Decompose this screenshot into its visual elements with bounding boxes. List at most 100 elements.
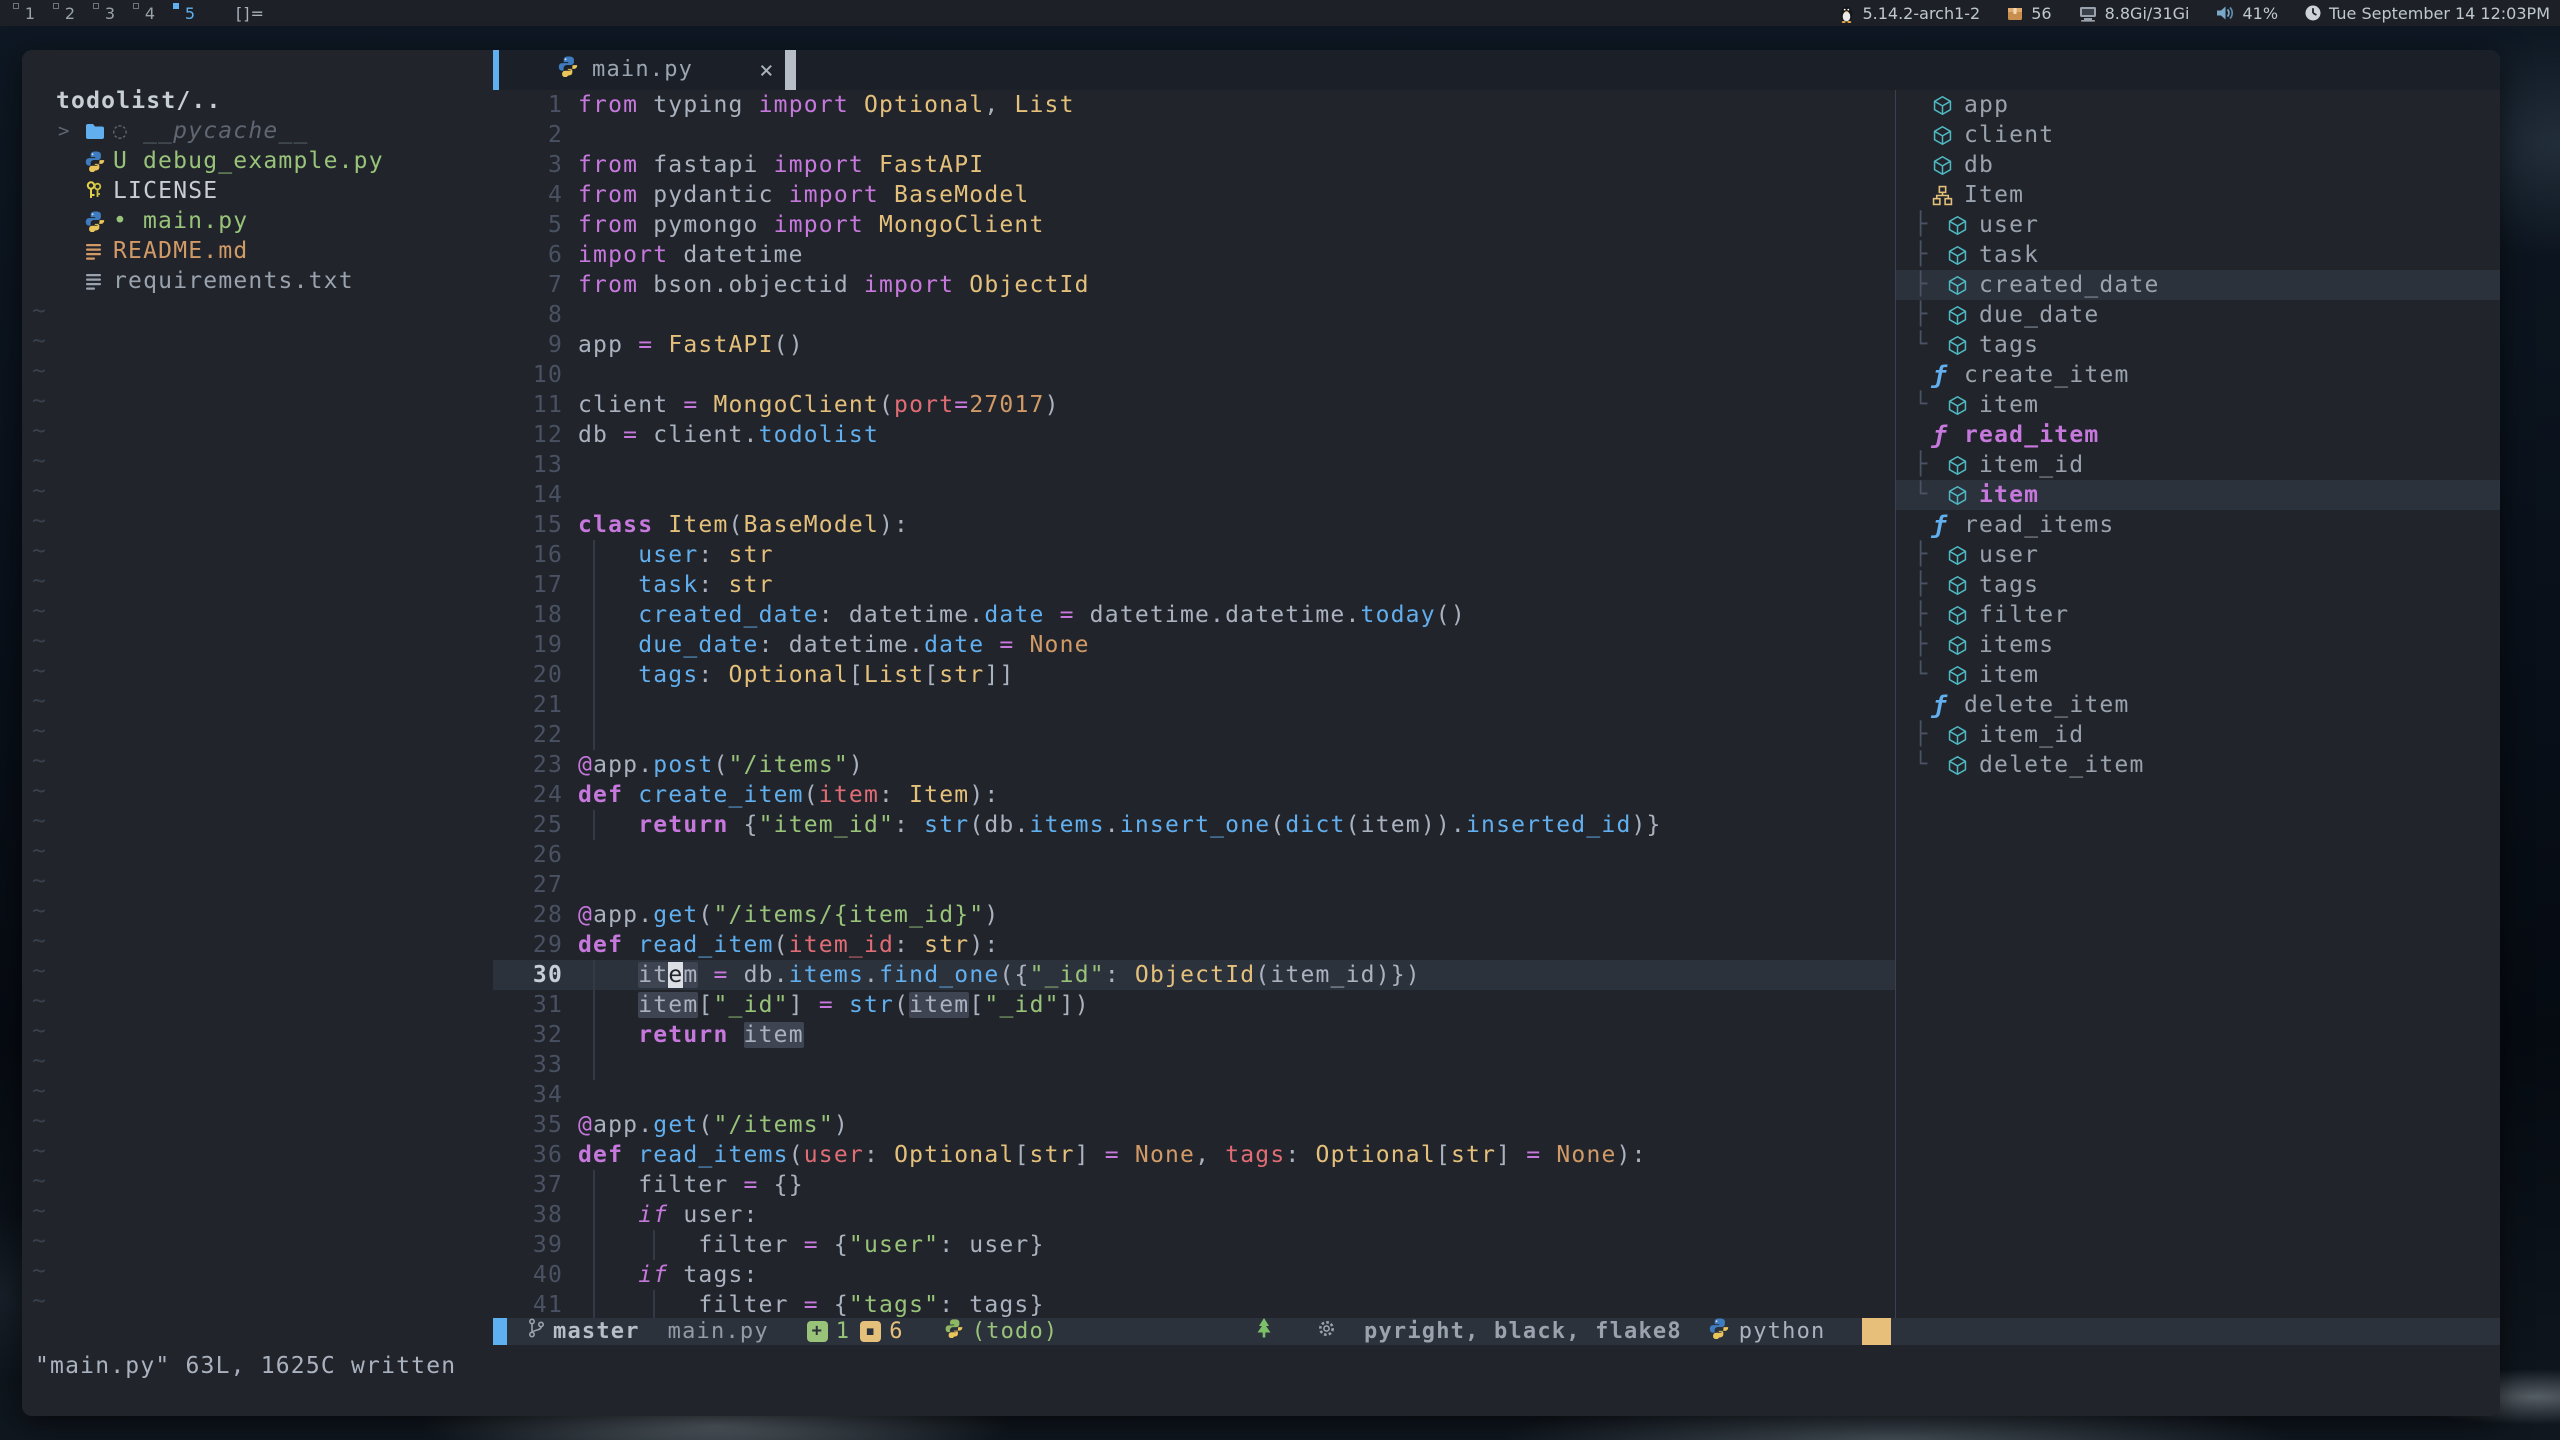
code-line[interactable]: 11client = MongoClient(port=27017) — [493, 390, 1895, 420]
code-line[interactable]: 37 filter = {} — [493, 1170, 1895, 1200]
code-line[interactable]: 28@app.get("/items/{item_id}") — [493, 900, 1895, 930]
code-line[interactable]: 32 return item — [493, 1020, 1895, 1050]
line-number: 13 — [493, 450, 563, 480]
symbol-client[interactable]: client — [1896, 120, 2500, 150]
tree-item-readme-md[interactable]: README.md — [22, 236, 493, 266]
code-line[interactable]: 38 if user: — [493, 1200, 1895, 1230]
code-line[interactable]: 18 created_date: datetime.date = datetim… — [493, 600, 1895, 630]
tab-close-icon[interactable]: × — [759, 55, 775, 85]
tree-item--pycache-[interactable]: >◌__pycache__ — [22, 116, 493, 146]
symbol-item_id[interactable]: ├item_id — [1896, 720, 2500, 750]
symbol-item_id[interactable]: ├item_id — [1896, 450, 2500, 480]
code-line[interactable]: 3from fastapi import FastAPI — [493, 150, 1895, 180]
symbol-user[interactable]: ├user — [1896, 210, 2500, 240]
workspace-3[interactable]: 3 — [90, 0, 130, 26]
symbol-item[interactable]: └item — [1896, 660, 2500, 690]
code-line[interactable]: 4from pydantic import BaseModel — [493, 180, 1895, 210]
code-line[interactable]: 8 — [493, 300, 1895, 330]
workspace-2[interactable]: 2 — [50, 0, 90, 26]
code-line[interactable]: 20 tags: Optional[List[str]] — [493, 660, 1895, 690]
code-line[interactable]: 25 return {"item_id": str(db.items.inser… — [493, 810, 1895, 840]
code-text: return {"item_id": str(db.items.insert_o… — [578, 810, 1662, 840]
tree-item-license[interactable]: LICENSE — [22, 176, 493, 206]
symbol-created_date[interactable]: ├created_date — [1896, 270, 2500, 300]
workspace-4[interactable]: 4 — [130, 0, 170, 26]
symbol-items[interactable]: ├items — [1896, 630, 2500, 660]
code-line[interactable]: 9app = FastAPI() — [493, 330, 1895, 360]
symbol-delete_item[interactable]: ƒdelete_item — [1896, 690, 2500, 720]
command-line-area[interactable]: "main.py" 63L, 1625C written — [22, 1345, 2500, 1416]
workspace-1[interactable]: 1 — [10, 0, 50, 26]
indent-guide — [593, 1200, 595, 1230]
code-line[interactable]: 1from typing import Optional, List — [493, 90, 1895, 120]
code-line[interactable]: 5from pymongo import MongoClient — [493, 210, 1895, 240]
symbol-read_items[interactable]: ƒ read_items — [1896, 510, 2500, 540]
line-number: 30 — [493, 960, 563, 990]
code-line[interactable]: 6import datetime — [493, 240, 1895, 270]
symbol-app[interactable]: app — [1896, 90, 2500, 120]
code-line[interactable]: 33 — [493, 1050, 1895, 1080]
code-line[interactable]: 15class Item(BaseModel): — [493, 510, 1895, 540]
code-line[interactable]: 24def create_item(item: Item): — [493, 780, 1895, 810]
tree-item-requirements-txt[interactable]: requirements.txt — [22, 266, 493, 296]
line-number: 6 — [493, 240, 563, 270]
code-text: @app.get("/items") — [578, 1110, 849, 1140]
symbol-db[interactable]: db — [1896, 150, 2500, 180]
code-line[interactable]: 16 user: str — [493, 540, 1895, 570]
code-line[interactable]: 10 — [493, 360, 1895, 390]
code-line[interactable]: 2 — [493, 120, 1895, 150]
code-text: tags: Optional[List[str]] — [578, 660, 1015, 690]
symbol-Item[interactable]: Item — [1896, 180, 2500, 210]
symbol-label: read_items — [1964, 510, 2114, 540]
code-line[interactable]: 17 task: str — [493, 570, 1895, 600]
code-line[interactable]: 39 filter = {"user": user} — [493, 1230, 1895, 1260]
code-line[interactable]: 23@app.post("/items") — [493, 750, 1895, 780]
tree-item-main-py[interactable]: •main.py — [22, 206, 493, 236]
function-icon: ƒ — [1932, 510, 1948, 540]
tree-item-debug-example-py[interactable]: Udebug_example.py — [22, 146, 493, 176]
symbol-read_item[interactable]: ƒread_item — [1896, 420, 2500, 450]
code-line[interactable]: 36def read_items(user: Optional[str] = N… — [493, 1140, 1895, 1170]
symbol-delete_item[interactable]: └delete_item — [1896, 750, 2500, 780]
code-editor[interactable]: 1from typing import Optional, List23from… — [493, 90, 1895, 1318]
code-line[interactable]: 40 if tags: — [493, 1260, 1895, 1290]
symbol-tags[interactable]: ├tags — [1896, 570, 2500, 600]
code-line[interactable]: 34 — [493, 1080, 1895, 1110]
empty-line-tilde: ~ — [22, 506, 493, 536]
code-line[interactable]: 27 — [493, 870, 1895, 900]
code-line[interactable]: 14 — [493, 480, 1895, 510]
symbol-item[interactable]: └item — [1896, 390, 2500, 420]
code-line[interactable]: 13 — [493, 450, 1895, 480]
symbol-filter[interactable]: ├filter — [1896, 600, 2500, 630]
tree-connector: └ — [1914, 660, 1947, 690]
code-line-cursor[interactable]: 30 item = db.items.find_one({"_id": Obje… — [493, 960, 1895, 990]
tree-connector: ├ — [1914, 540, 1947, 570]
symbol-label: tags — [1979, 330, 2039, 360]
indent-guide — [593, 1260, 595, 1290]
empty-line-tilde: ~ — [22, 926, 493, 956]
symbol-create_item[interactable]: ƒcreate_item — [1896, 360, 2500, 390]
word-occurrence-highlight: item — [744, 1022, 804, 1048]
system-status-items: 5.14.2-arch1-2568.8Gi/31Gi41%Tue Septemb… — [1838, 4, 2560, 23]
code-line[interactable]: 12db = client.todolist — [493, 420, 1895, 450]
code-line[interactable]: 35@app.get("/items") — [493, 1110, 1895, 1140]
symbol-tags[interactable]: └tags — [1896, 330, 2500, 360]
code-line[interactable]: 29def read_item(item_id: str): — [493, 930, 1895, 960]
line-number: 36 — [493, 1140, 563, 1170]
symbol-task[interactable]: ├task — [1896, 240, 2500, 270]
code-line[interactable]: 7from bson.objectid import ObjectId — [493, 270, 1895, 300]
symbol-due_date[interactable]: ├due_date — [1896, 300, 2500, 330]
symbol-user[interactable]: ├user — [1896, 540, 2500, 570]
code-line[interactable]: 22 — [493, 720, 1895, 750]
keys-icon — [84, 180, 104, 202]
workspace-5-active[interactable]: 5 — [170, 0, 210, 26]
tab-main-py[interactable]: main.py × — [499, 50, 775, 90]
code-line[interactable]: 19 due_date: datetime.date = None — [493, 630, 1895, 660]
code-line[interactable]: 21 — [493, 690, 1895, 720]
chevron-right-icon[interactable]: > — [58, 116, 84, 146]
code-line[interactable]: 26 — [493, 840, 1895, 870]
git-modified-icon: ▪ — [860, 1321, 881, 1342]
symbol-item[interactable]: └item — [1896, 480, 2500, 510]
code-line[interactable]: 41 filter = {"tags": tags} — [493, 1290, 1895, 1318]
code-line[interactable]: 31 item["_id"] = str(item["_id"]) — [493, 990, 1895, 1020]
